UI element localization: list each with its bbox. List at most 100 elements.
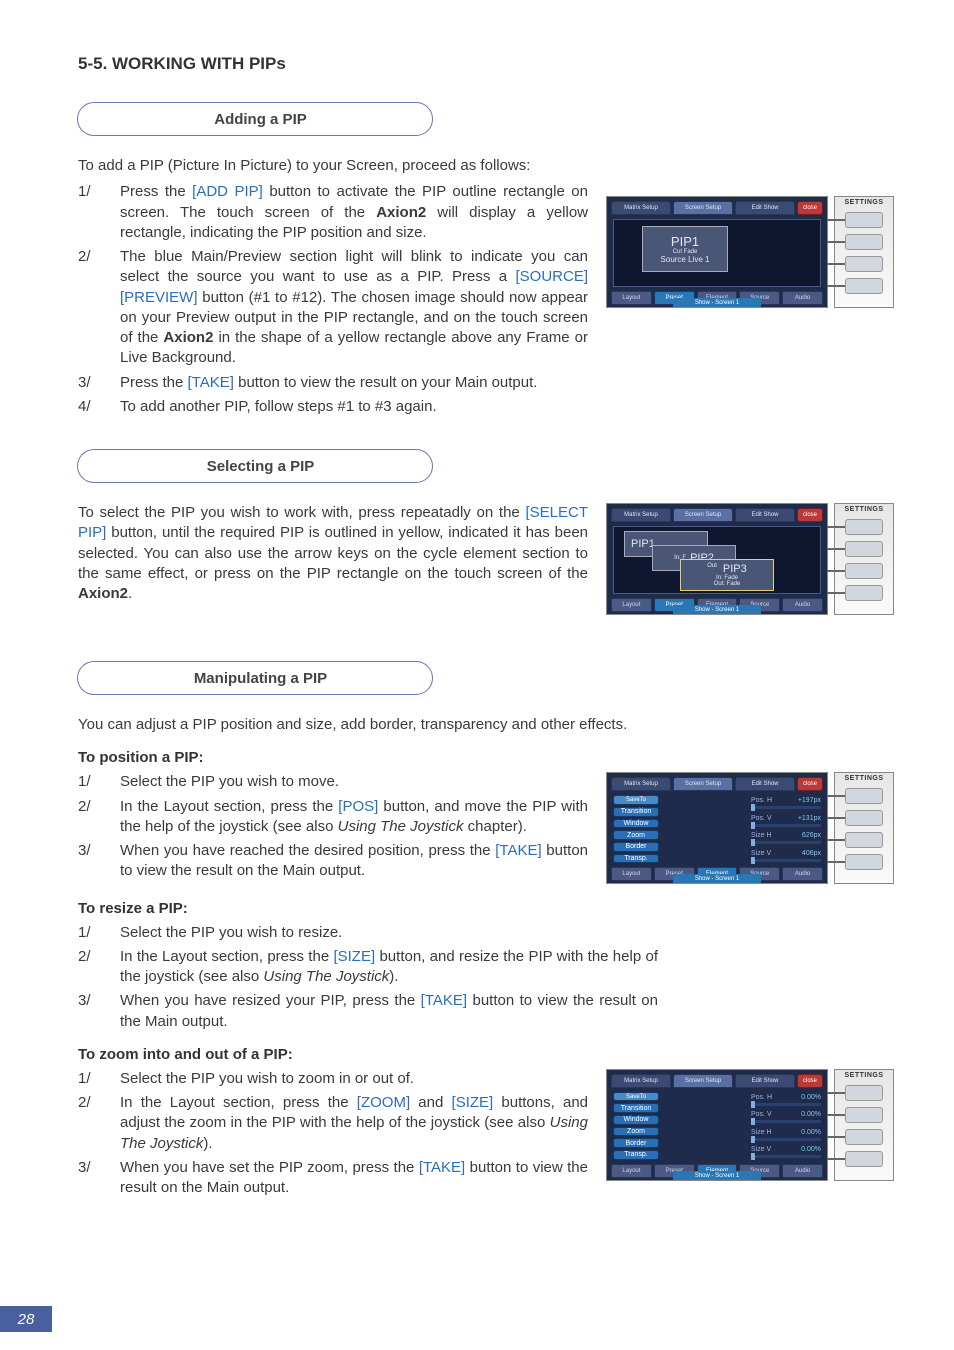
imgcol-position: Matrix Setup Screen Setup Edit Show clos… bbox=[606, 772, 894, 884]
set-button[interactable] bbox=[845, 234, 883, 250]
tab-matrix[interactable]: Matrix Setup bbox=[611, 1074, 671, 1088]
set-button[interactable] bbox=[845, 810, 883, 826]
tab-close[interactable]: close bbox=[797, 201, 823, 215]
wire-icon bbox=[827, 817, 847, 819]
set-button[interactable] bbox=[845, 1107, 883, 1123]
btn-layout[interactable]: Layout bbox=[611, 867, 652, 881]
btn-audio[interactable]: Audio bbox=[782, 291, 823, 305]
tab-close[interactable]: close bbox=[797, 1074, 823, 1088]
imgcol-selecting: Matrix Setup Screen Setup Edit Show clos… bbox=[606, 503, 894, 615]
set-button[interactable] bbox=[845, 1129, 883, 1145]
settings-label: SETTINGS bbox=[835, 775, 893, 782]
item-body: Press the [ADD PIP] button to activate t… bbox=[120, 182, 588, 243]
set-button[interactable] bbox=[845, 1085, 883, 1101]
slider[interactable] bbox=[751, 806, 821, 809]
tab-screen[interactable]: Screen Setup bbox=[673, 201, 733, 215]
stab-saveto[interactable]: SaveTo bbox=[613, 795, 659, 805]
tab-screen[interactable]: Screen Setup bbox=[673, 508, 733, 522]
t: ). bbox=[389, 968, 398, 985]
link-zoom: [ZOOM] bbox=[357, 1094, 410, 1111]
tab-edit[interactable]: Edit Show bbox=[735, 201, 795, 215]
stab-transition[interactable]: Transition bbox=[613, 1103, 659, 1113]
btn-audio[interactable]: Audio bbox=[782, 867, 823, 881]
heading-adding-pip-label: Adding a PIP bbox=[214, 111, 307, 128]
tab-edit[interactable]: Edit Show bbox=[735, 777, 795, 791]
slider[interactable] bbox=[751, 1138, 821, 1141]
stab-zoom[interactable]: Zoom bbox=[613, 830, 659, 840]
set-button[interactable] bbox=[845, 585, 883, 601]
set-button[interactable] bbox=[845, 212, 883, 228]
screenshot-zoom: Matrix Setup Screen Setup Edit Show clos… bbox=[606, 1069, 894, 1181]
stab-window[interactable]: Window bbox=[613, 819, 659, 829]
stab-saveto[interactable]: SaveTo bbox=[613, 1092, 659, 1102]
t: ). bbox=[203, 1135, 212, 1152]
tab-close[interactable]: close bbox=[797, 508, 823, 522]
t: button to view the result on your Main o… bbox=[234, 374, 538, 391]
subhead-position: To position a PIP: bbox=[78, 749, 894, 766]
page: 5-5. WORKING WITH PIPs Adding a PIP To a… bbox=[0, 0, 954, 1350]
t: When you have reached the desired positi… bbox=[120, 842, 495, 859]
slider[interactable] bbox=[751, 859, 821, 862]
set-button[interactable] bbox=[845, 1151, 883, 1167]
imgcol-zoom: Matrix Setup Screen Setup Edit Show clos… bbox=[606, 1069, 894, 1181]
stab-window[interactable]: Window bbox=[613, 1115, 659, 1125]
set-button[interactable] bbox=[845, 563, 883, 579]
stab-zoom[interactable]: Zoom bbox=[613, 1127, 659, 1137]
axion-screen: Matrix Setup Screen Setup Edit Show clos… bbox=[606, 503, 828, 615]
set-button[interactable] bbox=[845, 256, 883, 272]
pip3-box[interactable]: Out PIP3 In: Fade Out: Fade bbox=[680, 559, 774, 591]
set-button[interactable] bbox=[845, 541, 883, 557]
btn-audio[interactable]: Audio bbox=[782, 1164, 823, 1178]
slider[interactable] bbox=[751, 1103, 821, 1106]
set-button[interactable] bbox=[845, 854, 883, 870]
pip1-box[interactable]: PIP1 Cut Fade Source Live 1 bbox=[642, 226, 728, 272]
italic-joystick: Using The Joystick bbox=[338, 818, 464, 835]
stab-border[interactable]: Border bbox=[613, 1138, 659, 1148]
slider[interactable] bbox=[751, 1155, 821, 1158]
btn-layout[interactable]: Layout bbox=[611, 598, 652, 612]
item-body: In the Layout section, press the [ZOOM] … bbox=[120, 1093, 588, 1154]
item-num: 3/ bbox=[78, 1158, 120, 1199]
stab-transition[interactable]: Transition bbox=[613, 807, 659, 817]
bold-axion2: Axion2 bbox=[376, 204, 426, 221]
stab-border[interactable]: Border bbox=[613, 842, 659, 852]
page-number: 28 bbox=[0, 1306, 52, 1332]
set-button[interactable] bbox=[845, 832, 883, 848]
text-selecting: To select the PIP you wish to work with,… bbox=[78, 503, 588, 610]
slider[interactable] bbox=[751, 824, 821, 827]
tab-screen[interactable]: Screen Setup bbox=[673, 777, 733, 791]
set-button[interactable] bbox=[845, 519, 883, 535]
tab-screen[interactable]: Screen Setup bbox=[673, 1074, 733, 1088]
tab-edit[interactable]: Edit Show bbox=[735, 508, 795, 522]
position-list: 1/Select the PIP you wish to move. 2/In … bbox=[78, 772, 588, 881]
slider[interactable] bbox=[751, 841, 821, 844]
btn-layout[interactable]: Layout bbox=[611, 291, 652, 305]
set-button[interactable] bbox=[845, 278, 883, 294]
t: In the Layout section, press the bbox=[120, 798, 338, 815]
settings-label: SETTINGS bbox=[835, 199, 893, 206]
heading-selecting-pip: Selecting a PIP bbox=[88, 449, 433, 483]
tab-matrix[interactable]: Matrix Setup bbox=[611, 201, 671, 215]
set-button[interactable] bbox=[845, 788, 883, 804]
tab-matrix[interactable]: Matrix Setup bbox=[611, 777, 671, 791]
heading-manipulating-pip-label: Manipulating a PIP bbox=[194, 670, 327, 687]
wire-icon bbox=[827, 592, 847, 594]
tab-edit[interactable]: Edit Show bbox=[735, 1074, 795, 1088]
tab-matrix[interactable]: Matrix Setup bbox=[611, 508, 671, 522]
l: Pos. V bbox=[751, 1111, 772, 1118]
stab-transp[interactable]: Transp. bbox=[613, 854, 659, 864]
wire-icon bbox=[827, 285, 847, 287]
readout-posh: Pos. H0.00% bbox=[751, 1094, 821, 1101]
btn-layout[interactable]: Layout bbox=[611, 1164, 652, 1178]
v: +131px bbox=[798, 815, 821, 822]
slider[interactable] bbox=[751, 1120, 821, 1123]
settings-label: SETTINGS bbox=[835, 506, 893, 513]
tab-close[interactable]: close bbox=[797, 777, 823, 791]
btn-audio[interactable]: Audio bbox=[782, 598, 823, 612]
list-item: 3/When you have set the PIP zoom, press … bbox=[78, 1158, 588, 1199]
stab-transp[interactable]: Transp. bbox=[613, 1150, 659, 1160]
row-position: 1/Select the PIP you wish to move. 2/In … bbox=[78, 772, 894, 885]
tabbar: Matrix Setup Screen Setup Edit Show clos… bbox=[611, 1074, 823, 1088]
wire-icon bbox=[827, 1136, 847, 1138]
list-item: 1/Select the PIP you wish to move. bbox=[78, 772, 588, 792]
